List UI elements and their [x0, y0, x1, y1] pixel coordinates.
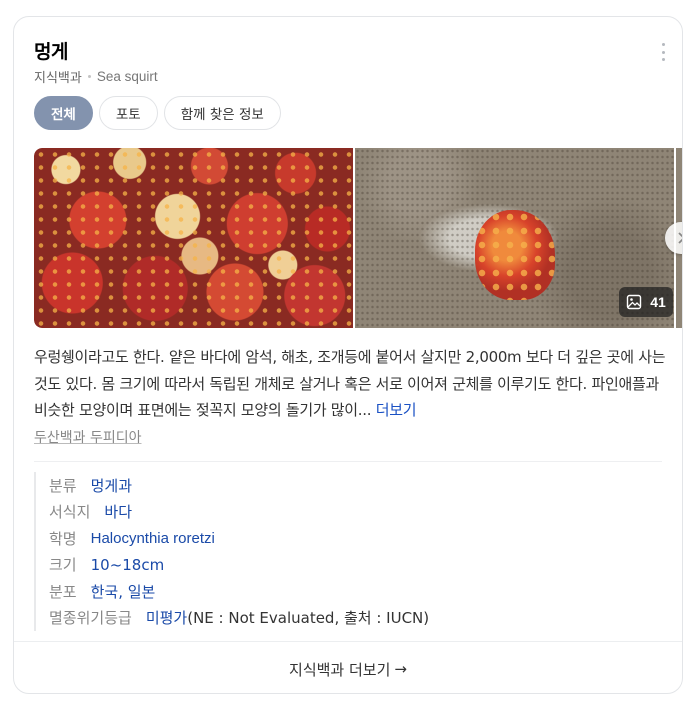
page-title: 멍게: [34, 41, 68, 63]
info-value-link[interactable]: 멍게과: [91, 475, 132, 496]
info-value-note: (NE : Not Evaluated, 출처 : IUCN): [187, 609, 430, 628]
info-key: 멸종위기등급: [49, 609, 132, 628]
separator-dot: [87, 75, 91, 78]
subtitle: 지식백과 Sea squirt: [34, 67, 158, 86]
info-row-size: 크기 10~18cm: [49, 552, 429, 579]
source-link[interactable]: 두산백과 두피디아: [34, 427, 142, 447]
info-row-scientific-name: 학명 Halocynthia roretzi: [49, 525, 429, 552]
more-options-icon[interactable]: [660, 43, 666, 61]
info-key: 분류: [49, 476, 77, 495]
knowledge-card: 멍게 지식백과 Sea squirt 전체 포토 함께 찾은 정보 41 우렁쉥…: [13, 16, 683, 694]
footer-label: 지식백과 더보기: [289, 660, 391, 679]
info-row-classification: 분류 멍게과: [49, 472, 429, 499]
info-list: 분류 멍게과 서식지 바다 학명 Halocynthia roretzi 크기 …: [34, 472, 429, 631]
tab-related-info[interactable]: 함께 찾은 정보: [163, 96, 281, 130]
photo-count: 41: [650, 294, 666, 310]
image-gallery: 41: [34, 148, 682, 328]
divider: [34, 461, 662, 462]
tab-all[interactable]: 전체: [34, 96, 93, 130]
info-value-link[interactable]: 바다: [104, 501, 132, 522]
info-row-habitat: 서식지 바다: [49, 499, 429, 526]
info-value-link[interactable]: 10~18cm: [91, 556, 165, 574]
info-value-link[interactable]: Halocynthia roretzi: [91, 530, 215, 547]
image-icon: [627, 294, 642, 310]
description-text: 우렁쉥이라고도 한다. 얕은 바다에 암석, 해초, 조개등에 붙어서 살지만 …: [34, 348, 666, 419]
more-knowledge-button[interactable]: 지식백과 더보기 →: [14, 641, 682, 693]
info-row-distribution: 분포 한국, 일본: [49, 578, 429, 605]
photo-count-badge[interactable]: 41: [619, 287, 673, 317]
tab-bar: 전체 포토 함께 찾은 정보: [34, 96, 281, 130]
tab-photo[interactable]: 포토: [98, 96, 158, 130]
arrow-right-icon: →: [394, 660, 407, 678]
english-name: Sea squirt: [96, 69, 158, 84]
description: 우렁쉥이라고도 한다. 얕은 바다에 암석, 해초, 조개등에 붙어서 살지만 …: [34, 344, 666, 424]
more-link[interactable]: 더보기: [376, 401, 417, 419]
info-value-link[interactable]: 한국, 일본: [91, 581, 156, 602]
info-row-endangered-status: 멸종위기등급 미평가 (NE : Not Evaluated, 출처 : IUC…: [49, 605, 429, 632]
gallery-image-1[interactable]: [34, 148, 353, 328]
info-key: 분포: [49, 582, 77, 601]
info-key: 크기: [49, 556, 77, 575]
info-key: 학명: [49, 529, 77, 548]
source-label: 지식백과: [34, 71, 82, 86]
info-value-link[interactable]: 미평가: [146, 607, 187, 628]
info-key: 서식지: [49, 503, 91, 522]
chevron-right-icon: [678, 232, 682, 244]
